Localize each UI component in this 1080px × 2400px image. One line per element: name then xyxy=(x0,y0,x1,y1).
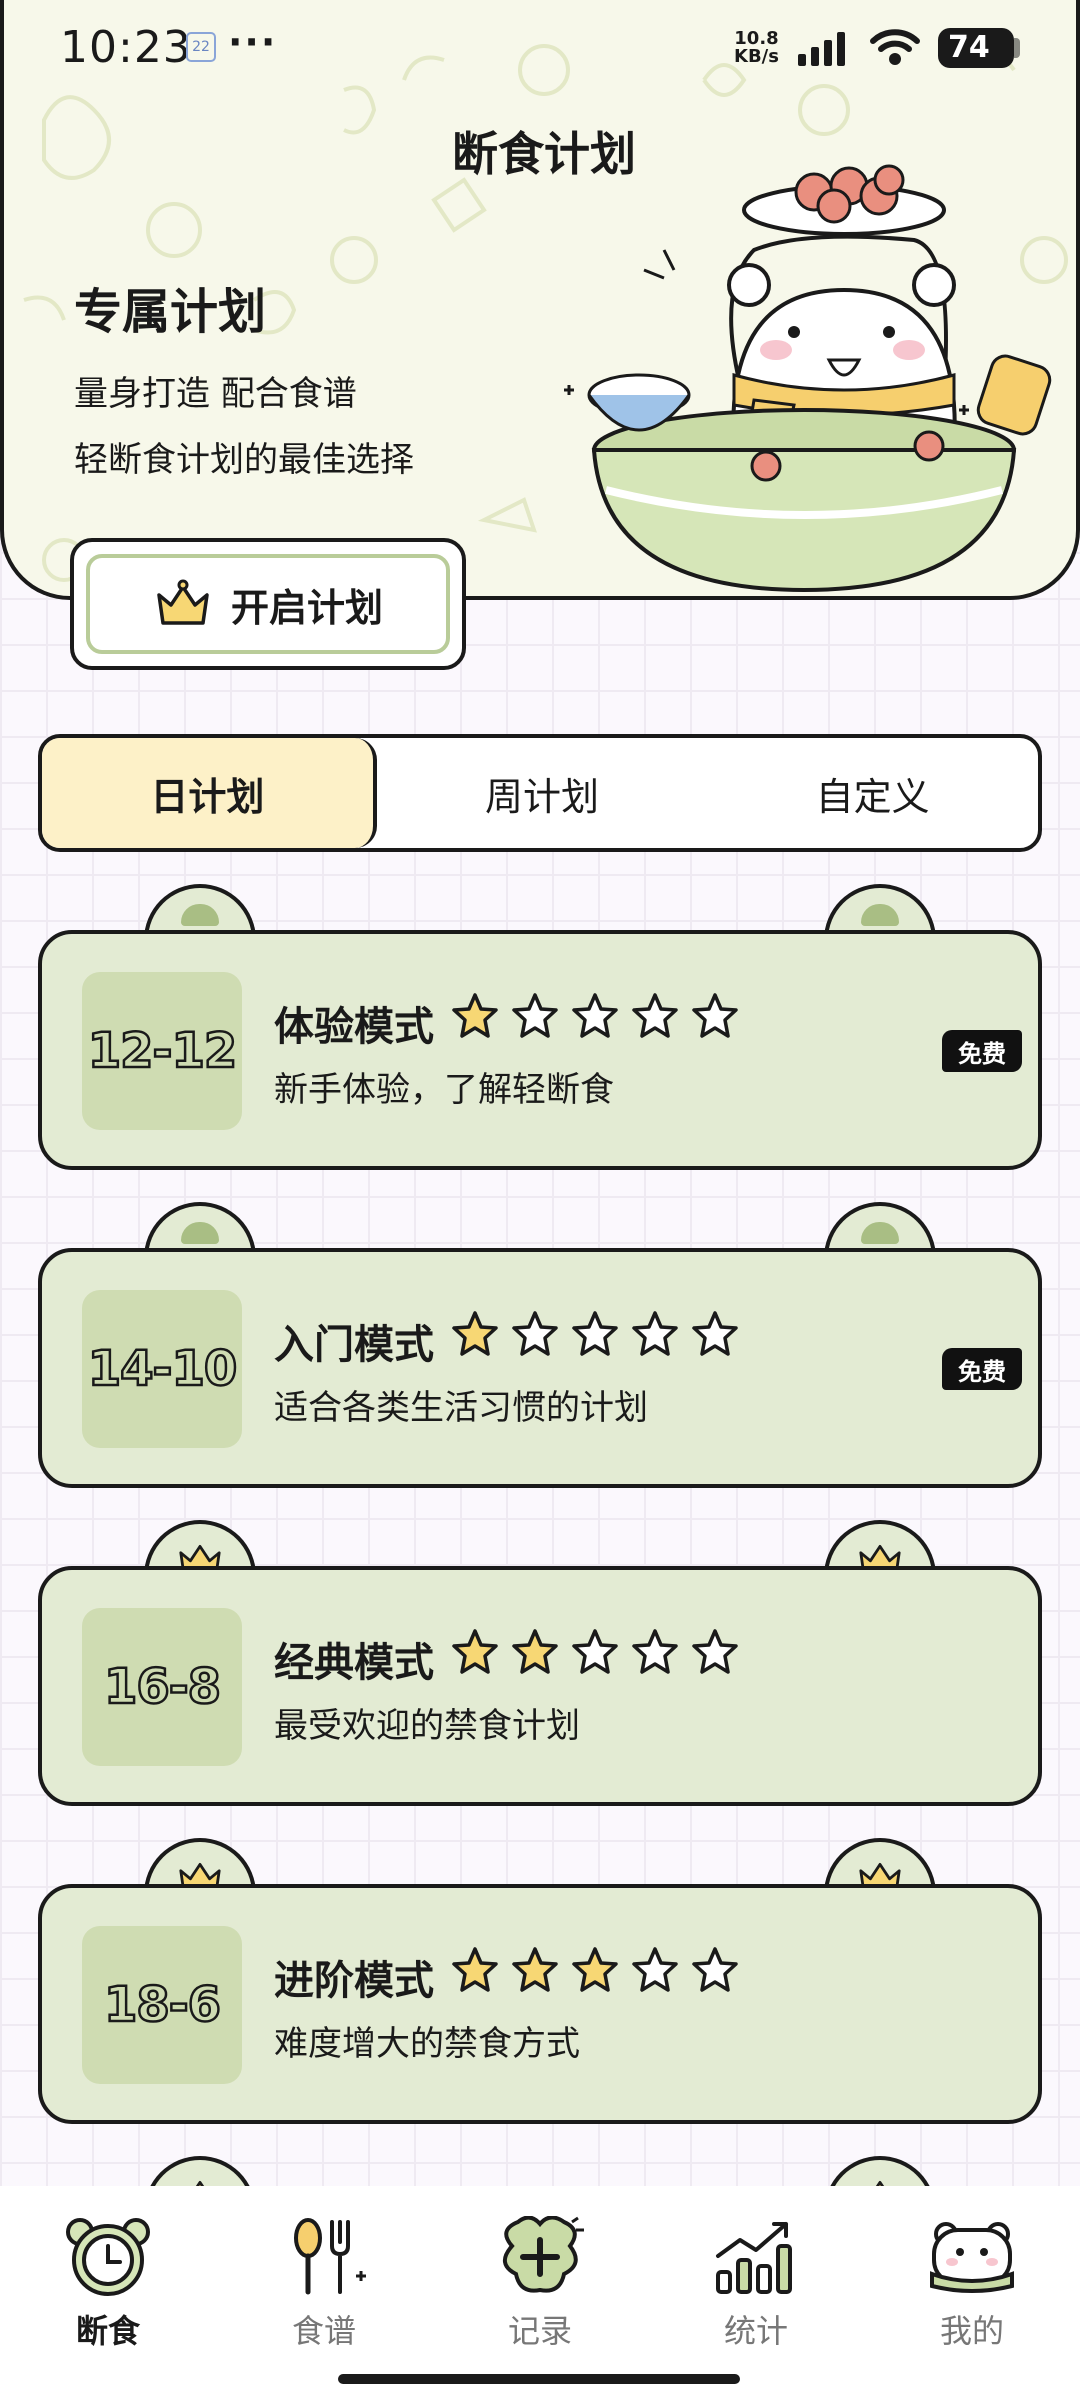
more-dots-icon: ··· xyxy=(228,20,278,64)
plan-card-12-12[interactable]: 12-12 体验模式 新手体验，了解轻断食 免费 xyxy=(38,884,1042,1170)
header-card: 10:23 22 ··· 10.8 KB/s 74 断食计划 专属计划 量身打造… xyxy=(0,0,1080,600)
start-plan-button-inner: 开启计划 xyxy=(86,554,450,654)
stats-icon xyxy=(716,2222,792,2294)
add-record-icon xyxy=(503,2216,584,2293)
star-filled-icon xyxy=(452,993,498,1038)
free-badge: 免费 xyxy=(942,1030,1022,1072)
tab-custom[interactable]: 自定义 xyxy=(707,738,1038,848)
nav-label: 记录 xyxy=(507,2312,572,2350)
fasting-ratio: 16-8 xyxy=(82,1608,242,1766)
tab-daily[interactable]: 日计划 xyxy=(42,738,377,848)
star-filled-icon xyxy=(512,1947,558,1992)
plan-tabs: 日计划 周计划 自定义 xyxy=(38,734,1042,852)
card-body: 14-10 入门模式 适合各类生活习惯的计划 免费 xyxy=(38,1248,1042,1488)
ear-dot xyxy=(181,1222,219,1244)
nav-label: 统计 xyxy=(723,2312,788,2350)
mode-title: 体验模式 xyxy=(274,1003,434,1050)
bottom-nav: 断食 食谱 记录 统计 我的 xyxy=(0,2186,1080,2400)
mode-description: 适合各类生活习惯的计划 xyxy=(274,1388,648,1428)
start-plan-label: 开启计划 xyxy=(230,584,383,630)
ear-dot xyxy=(861,904,899,926)
star-empty-icon xyxy=(632,1311,678,1356)
star-empty-icon xyxy=(572,1629,618,1674)
plan-card-18-6[interactable]: 18-6 进阶模式 难度增大的禁食方式 xyxy=(38,1838,1042,2124)
mode-description: 难度增大的禁食方式 xyxy=(274,2024,580,2064)
star-empty-icon xyxy=(632,993,678,1038)
signal-icon xyxy=(798,32,845,66)
plan-card-14-10[interactable]: 14-10 入门模式 适合各类生活习惯的计划 免费 xyxy=(38,1202,1042,1488)
ear-dot xyxy=(861,1222,899,1244)
mode-title: 入门模式 xyxy=(274,1321,434,1368)
crown-icon xyxy=(157,579,209,625)
star-empty-icon xyxy=(572,1311,618,1356)
nav-fasting[interactable]: 断食 xyxy=(0,2186,216,2400)
mode-description: 新手体验，了解轻断食 xyxy=(274,1070,614,1110)
status-bar: 10:23 22 ··· 10.8 KB/s 74 xyxy=(4,0,1076,100)
battery-cap xyxy=(1014,38,1020,58)
difficulty-stars xyxy=(450,1310,740,1358)
plan-card-16-8[interactable]: 16-8 经典模式 最受欢迎的禁食计划 xyxy=(38,1520,1042,1806)
plan-subtitle-1: 量身打造 配合食谱 xyxy=(74,374,357,414)
star-filled-icon xyxy=(452,1311,498,1356)
calendar-icon: 22 xyxy=(186,32,216,62)
difficulty-stars xyxy=(450,1628,740,1676)
star-empty-icon xyxy=(512,1311,558,1356)
ear-dot xyxy=(181,904,219,926)
card-body: 12-12 体验模式 新手体验，了解轻断食 免费 xyxy=(38,930,1042,1170)
fasting-ratio: 14-10 xyxy=(82,1290,242,1448)
mode-description: 最受欢迎的禁食计划 xyxy=(274,1706,580,1746)
nav-label: 断食 xyxy=(75,2312,140,2350)
star-empty-icon xyxy=(632,1947,678,1992)
profile-bear-icon xyxy=(930,2222,1014,2293)
network-speed: 10.8 KB/s xyxy=(734,30,779,66)
clock-icon xyxy=(66,2218,150,2296)
fasting-ratio: 12-12 xyxy=(82,972,242,1130)
free-badge: 免费 xyxy=(942,1348,1022,1390)
star-empty-icon xyxy=(512,993,558,1038)
nav-stats[interactable]: 统计 xyxy=(648,2186,864,2400)
utensils-icon xyxy=(294,2218,366,2295)
star-empty-icon xyxy=(692,1947,738,1992)
bear-in-bowl-illustration xyxy=(564,164,1052,593)
card-body: 16-8 经典模式 最受欢迎的禁食计划 xyxy=(38,1566,1042,1806)
mode-title: 进阶模式 xyxy=(274,1957,434,2004)
star-filled-icon xyxy=(452,1947,498,1992)
star-filled-icon xyxy=(512,1629,558,1674)
plan-title: 专属计划 xyxy=(74,284,267,340)
start-plan-button[interactable]: 开启计划 xyxy=(70,538,466,670)
star-empty-icon xyxy=(572,993,618,1038)
nav-label: 食谱 xyxy=(291,2312,356,2350)
nav-record[interactable]: 记录 xyxy=(432,2186,648,2400)
plan-subtitle-2: 轻断食计划的最佳选择 xyxy=(74,440,414,480)
difficulty-stars xyxy=(450,1946,740,1994)
network-speed-unit: KB/s xyxy=(734,46,779,67)
card-body: 18-6 进阶模式 难度增大的禁食方式 xyxy=(38,1884,1042,2124)
difficulty-stars xyxy=(450,992,740,1040)
mode-title: 经典模式 xyxy=(274,1639,434,1686)
star-empty-icon xyxy=(632,1629,678,1674)
star-empty-icon xyxy=(692,1311,738,1356)
star-empty-icon xyxy=(692,1629,738,1674)
nav-label: 我的 xyxy=(939,2312,1004,2350)
star-filled-icon xyxy=(572,1947,618,1992)
star-filled-icon xyxy=(452,1629,498,1674)
home-indicator xyxy=(338,2374,740,2384)
tab-weekly[interactable]: 周计划 xyxy=(377,738,708,848)
battery-icon: 74 xyxy=(938,28,1014,68)
fasting-ratio: 18-6 xyxy=(82,1926,242,2084)
status-time: 10:23 xyxy=(60,22,192,73)
wifi-icon xyxy=(870,29,920,65)
nav-profile[interactable]: 我的 xyxy=(864,2186,1080,2400)
star-empty-icon xyxy=(692,993,738,1038)
nav-recipes[interactable]: 食谱 xyxy=(216,2186,432,2400)
